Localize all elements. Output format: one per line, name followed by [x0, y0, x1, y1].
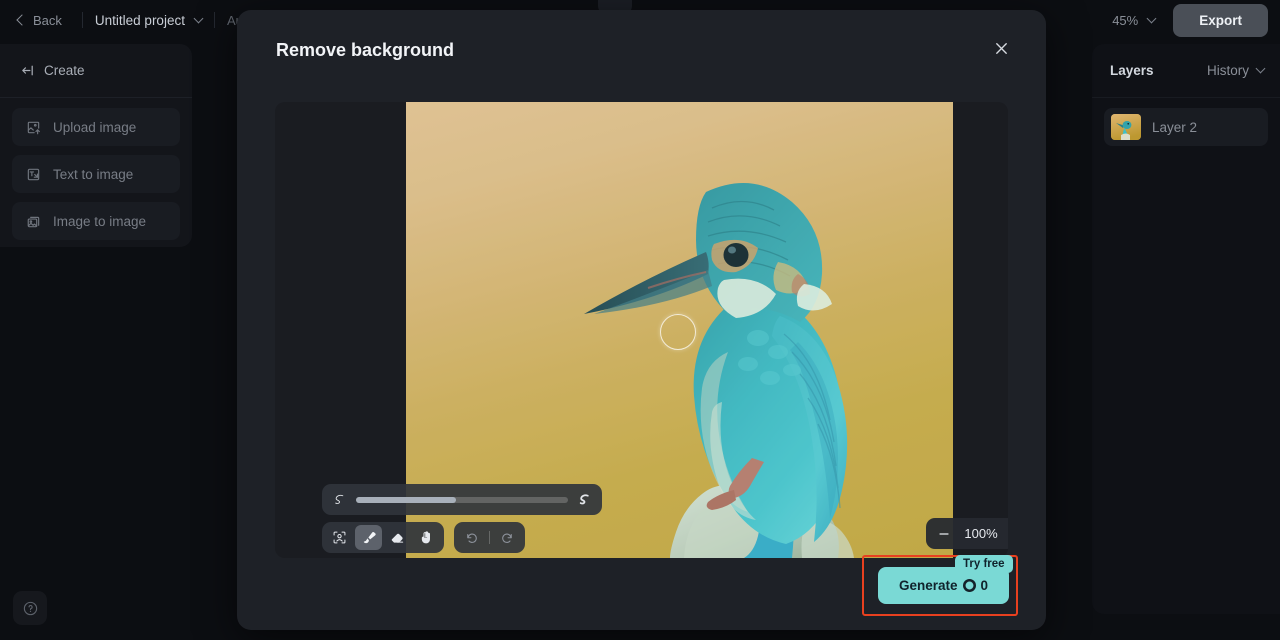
minus-icon [937, 527, 951, 541]
sidebar-item-label: Text to image [53, 166, 134, 182]
credit-coin-icon [962, 579, 976, 592]
try-free-badge: Try free [955, 555, 1013, 573]
collapse-panel-icon [20, 63, 35, 78]
brush-icon [361, 530, 377, 546]
tool-group [322, 522, 444, 553]
divider [213, 12, 215, 28]
zoom-out-button[interactable] [930, 521, 958, 546]
chevron-down-icon [1146, 13, 1157, 23]
hand-icon [419, 530, 434, 545]
help-button[interactable] [13, 591, 47, 625]
top-bar-right: 45% Export [1112, 3, 1280, 37]
layers-panel: Layers History Layer 2 [1092, 44, 1280, 614]
sidebar-item-upload-image[interactable]: Upload image [12, 108, 180, 146]
credit-count: 0 [980, 578, 989, 593]
image-canvas[interactable]: 100% [275, 102, 1008, 558]
zoom-dropdown[interactable]: 45% [1112, 12, 1157, 28]
layer-name: Layer 2 [1152, 119, 1198, 135]
image-to-image-icon [26, 214, 41, 229]
close-icon[interactable] [993, 40, 1010, 61]
slider-fill [356, 496, 456, 503]
remove-background-modal: Remove background 100% Generate 0 Try fr… [237, 10, 1046, 630]
undo-button[interactable] [458, 525, 485, 550]
brush-cursor-circle [660, 314, 696, 350]
large-stroke-icon [577, 492, 592, 507]
layers-panel-header: Layers History [1092, 44, 1280, 98]
redo-icon [500, 530, 515, 545]
text-to-image-icon [26, 167, 41, 182]
auto-select-subject-button[interactable] [326, 525, 353, 550]
zoom-level: 45% [1112, 12, 1139, 28]
modal-header: Remove background [237, 10, 1046, 90]
export-button[interactable]: Export [1173, 3, 1268, 37]
brush-button[interactable] [355, 525, 382, 550]
help-circle-icon [22, 600, 39, 617]
create-panel-title: Create [44, 63, 85, 78]
divider [81, 12, 83, 28]
pan-button[interactable] [413, 525, 440, 550]
top-bar-left: Back Untitled project Auto [0, 0, 254, 40]
back-label: Back [33, 12, 62, 28]
chevron-down-icon [1255, 63, 1266, 74]
history-tool-group [454, 522, 525, 553]
layers-list: Layer 2 [1092, 98, 1280, 156]
chevron-left-icon [16, 14, 28, 26]
canvas-zoom-control: 100% [926, 518, 1008, 549]
divider [489, 531, 490, 544]
subject-frame-icon [332, 530, 347, 545]
app-root: Back Untitled project Auto 45% Export [0, 0, 1280, 640]
redo-button[interactable] [494, 525, 521, 550]
sidebar-item-image-to-image[interactable]: Image to image [12, 202, 180, 240]
zoom-in-button[interactable] [1004, 521, 1008, 546]
slider-track[interactable] [356, 496, 568, 503]
modal-title: Remove background [276, 39, 455, 60]
canvas-zoom-value: 100% [964, 526, 998, 541]
tool-row [322, 522, 602, 553]
layer-thumbnail [1111, 114, 1141, 140]
history-label: History [1206, 63, 1249, 78]
generate-label: Generate [898, 578, 958, 593]
chevron-down-icon [193, 13, 204, 23]
brush-toolbar [322, 484, 602, 553]
sidebar-item-label: Upload image [53, 119, 137, 135]
create-panel-items: Upload image Text to image Image to imag… [0, 98, 192, 250]
history-dropdown[interactable]: History [1206, 63, 1266, 78]
back-button[interactable]: Back [10, 9, 70, 32]
layer-item[interactable]: Layer 2 [1104, 108, 1268, 146]
sidebar-item-label: Image to image [53, 213, 147, 229]
upload-image-icon [26, 120, 41, 135]
create-panel: Create Upload image Text to image Image … [0, 44, 192, 247]
brush-size-slider[interactable] [322, 484, 602, 515]
layers-panel-title: Layers [1110, 63, 1154, 78]
project-name: Untitled project [94, 12, 185, 28]
small-stroke-icon [332, 492, 347, 507]
create-panel-header[interactable]: Create [0, 44, 192, 98]
sidebar-item-text-to-image[interactable]: Text to image [12, 155, 180, 193]
eraser-icon [390, 530, 405, 545]
project-name-dropdown[interactable]: Untitled project [94, 12, 204, 28]
eraser-button[interactable] [384, 525, 411, 550]
undo-icon [464, 530, 479, 545]
